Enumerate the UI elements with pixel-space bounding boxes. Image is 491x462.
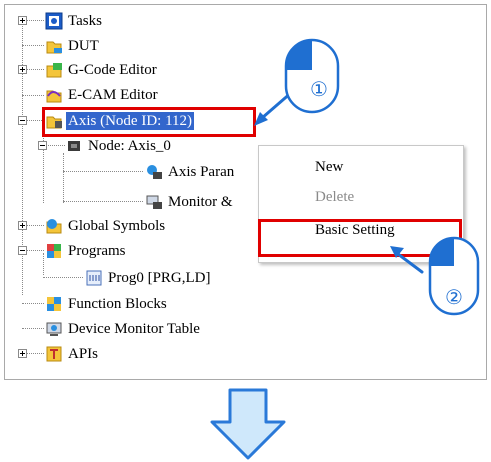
tasks-icon [45, 12, 63, 30]
axis-highlight-box [42, 107, 256, 137]
tree-item-gcode-editor[interactable]: G-Code Editor [45, 60, 159, 80]
monitor-icon [145, 193, 163, 211]
svg-text:②: ② [445, 285, 463, 309]
tree-item-label: Tasks [68, 13, 102, 29]
tree-item-function-blocks[interactable]: Function Blocks [45, 294, 169, 314]
expand-global-symbols-toggle[interactable] [18, 221, 27, 230]
tree-item-device-monitor-table[interactable]: Device Monitor Table [45, 319, 202, 339]
tree-item-programs[interactable]: Programs [45, 241, 128, 261]
apis-icon [45, 345, 63, 363]
ecam-editor-icon [45, 86, 63, 104]
tree-item-label: E-CAM Editor [68, 87, 158, 103]
tree-item-label: APIs [68, 346, 99, 362]
programs-icon [45, 242, 63, 260]
expand-gcode-toggle[interactable] [18, 65, 27, 74]
dut-icon [45, 37, 63, 55]
device-monitor-icon [45, 320, 63, 338]
context-menu-delete[interactable]: Delete [315, 189, 354, 206]
global-symbols-icon [45, 217, 63, 235]
expand-tasks-toggle[interactable] [18, 16, 27, 25]
tree-item-label: Node: Axis_0 [88, 138, 171, 154]
tree-item-apis[interactable]: APIs [45, 344, 100, 364]
gcode-editor-icon [45, 61, 63, 79]
svg-text:①: ① [310, 77, 328, 101]
tree-item-label: Function Blocks [68, 296, 167, 312]
tree-item-ecam-editor[interactable]: E-CAM Editor [45, 85, 160, 105]
expand-apis-toggle[interactable] [18, 349, 27, 358]
tree-item-label: Global Symbols [68, 218, 166, 234]
tree-item-tasks[interactable]: Tasks [45, 11, 104, 31]
node-icon [65, 137, 83, 155]
tree-item-label: Axis Paran [168, 164, 235, 180]
callout-step2: ② [390, 236, 480, 316]
tree-item-global-symbols[interactable]: Global Symbols [45, 216, 167, 236]
tree-item-label: G-Code Editor [68, 62, 157, 78]
tree-item-node-axis-0[interactable]: Node: Axis_0 [65, 136, 173, 156]
tree-item-label: Monitor & [168, 194, 233, 210]
tree-item-prog0[interactable]: Prog0 [PRG,LD] [85, 268, 213, 288]
tree-item-axis-parameter[interactable]: Axis Paran [145, 162, 236, 182]
axis-parameter-icon [145, 163, 163, 181]
context-menu-new[interactable]: New [315, 159, 343, 176]
tree-item-dut[interactable]: DUT [45, 36, 101, 56]
tree-connector [43, 253, 44, 275]
tree-item-label: Device Monitor Table [68, 321, 200, 337]
tree-item-label: Prog0 [PRG,LD] [108, 270, 211, 286]
callout-step1: ① [254, 38, 340, 126]
tree-item-label: Programs [68, 243, 126, 259]
function-blocks-icon [45, 295, 63, 313]
tree-item-label: DUT [68, 38, 99, 54]
collapse-axis-toggle[interactable] [18, 116, 27, 125]
tree-item-monitor[interactable]: Monitor & [145, 192, 235, 212]
tree-connector [63, 153, 64, 203]
program-icon [85, 269, 103, 287]
down-arrow-icon [210, 388, 286, 460]
collapse-programs-toggle[interactable] [18, 246, 27, 255]
collapse-node-toggle[interactable] [38, 141, 47, 150]
